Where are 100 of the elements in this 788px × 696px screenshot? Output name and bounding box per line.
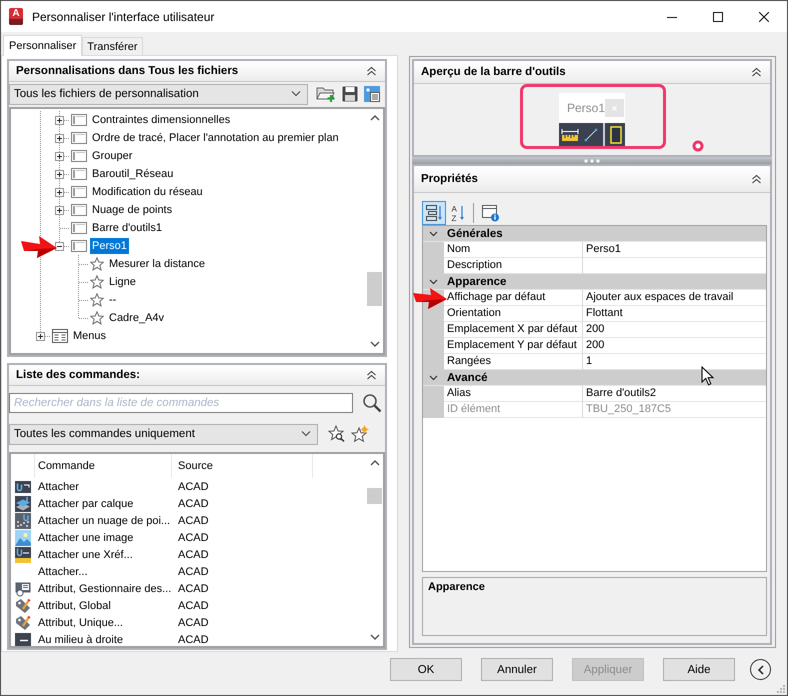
command-source: ACAD: [177, 566, 210, 578]
chevron-down-icon[interactable]: [429, 278, 438, 284]
command-name[interactable]: Attacher un nuage de poi...: [35, 514, 172, 526]
tree-item[interactable]: Grouper: [90, 148, 134, 164]
scroll-down-icon[interactable]: [370, 634, 380, 640]
dialog-button[interactable]: Annuler: [481, 658, 553, 681]
plus-box-icon[interactable]: [55, 170, 64, 178]
dialog-button[interactable]: OK: [390, 658, 462, 681]
property-value[interactable]: Flottant: [583, 306, 766, 322]
property-value[interactable]: Barre d'outils2: [583, 386, 766, 402]
paperclip-document-icon: [15, 546, 31, 562]
chevron-down-icon[interactable]: [429, 230, 438, 236]
toolbar-icon: [71, 150, 87, 162]
tree-item[interactable]: Ligne: [107, 274, 138, 290]
command-name[interactable]: Attribut, Gestionnaire des...: [35, 582, 172, 594]
command-name[interactable]: Attacher une image: [35, 532, 172, 544]
command-filter-dropdown[interactable]: Toutes les commandes uniquement: [9, 424, 318, 444]
scroll-up-icon[interactable]: [370, 115, 380, 121]
toolbar-icon: [71, 168, 87, 180]
category-row[interactable]: Apparence: [423, 274, 766, 290]
search-icon[interactable]: [362, 393, 382, 413]
star-search-icon[interactable]: [328, 425, 346, 443]
chevron-down-icon[interactable]: [429, 374, 438, 380]
toolbar-icon: [71, 186, 87, 198]
property-name: Emplacement X par défaut: [444, 322, 583, 338]
tree-item[interactable]: --: [107, 292, 118, 308]
collapse-icon[interactable]: [366, 66, 377, 76]
scroll-up-icon[interactable]: [370, 460, 380, 466]
tree-item[interactable]: Menus: [71, 328, 108, 344]
plus-box-icon[interactable]: [55, 206, 64, 214]
collapse-icon[interactable]: [751, 67, 762, 77]
tab[interactable]: Personnaliser: [3, 35, 82, 56]
column-header[interactable]: Commande: [35, 454, 172, 478]
plus-box-icon[interactable]: [55, 116, 64, 124]
scroll-down-icon[interactable]: [370, 341, 380, 347]
category-row[interactable]: Avancé: [423, 370, 766, 386]
command-source: ACAD: [177, 532, 210, 544]
column-header[interactable]: Source: [172, 454, 313, 478]
collapse-icon[interactable]: [366, 370, 377, 380]
command-name[interactable]: Attacher par calque: [35, 498, 172, 510]
command-name[interactable]: Attacher une Xréf...: [35, 548, 172, 560]
property-value[interactable]: 200: [583, 322, 766, 338]
category-row[interactable]: Générales: [423, 226, 766, 242]
property-value[interactable]: Perso1: [583, 242, 766, 258]
tree-item[interactable]: Baroutil_Réseau: [90, 166, 176, 182]
frame-icon[interactable]: [610, 126, 622, 144]
tag-pencil-icon: [15, 598, 31, 614]
toolbar-icon: [71, 240, 87, 252]
paperclip-icon: [15, 478, 31, 494]
save-icon[interactable]: [342, 86, 358, 102]
property-name: Description: [444, 258, 583, 274]
command-name[interactable]: Attribut, Unique...: [35, 616, 172, 628]
plus-box-icon[interactable]: [55, 188, 64, 196]
tree-item[interactable]: Mesurer la distance: [107, 256, 207, 272]
plus-box-icon[interactable]: [55, 152, 64, 160]
categorized-view-button[interactable]: [422, 201, 446, 225]
command-name[interactable]: Attacher: [35, 480, 172, 492]
tree-item[interactable]: Cadre_A4v: [107, 310, 166, 326]
property-value[interactable]: 1: [583, 354, 766, 370]
command-source: ACAD: [177, 514, 210, 526]
category-label: Générales: [446, 228, 503, 240]
ruler-icon[interactable]: [561, 128, 579, 142]
search-field[interactable]: Rechercher dans la liste de commandes: [9, 393, 353, 413]
scrollbar-thumb[interactable]: [367, 272, 382, 306]
property-name: Emplacement Y par défaut: [444, 338, 583, 354]
ring-icon: [692, 140, 704, 152]
file-filter-dropdown[interactable]: Tous les fichiers de personnalisation: [9, 84, 308, 104]
close-icon: [759, 12, 769, 22]
property-value[interactable]: Ajouter aux espaces de travail: [583, 290, 766, 306]
tree-item[interactable]: Contraintes dimensionnelles: [90, 112, 232, 128]
scrollbar-thumb[interactable]: [367, 488, 382, 504]
tree-item[interactable]: Modification du réseau: [90, 184, 205, 200]
minus-box-icon[interactable]: [55, 242, 64, 250]
command-name[interactable]: Attribut, Global: [35, 600, 172, 612]
cursor-icon: [701, 366, 714, 386]
dialog-button[interactable]: Aide: [663, 658, 735, 681]
toolbar-icon: [71, 114, 87, 126]
tree-item[interactable]: Ordre de tracé, Placer l'annotation au premier plan: [90, 130, 341, 146]
tab[interactable]: Transférer: [82, 37, 143, 55]
star-sparkle-icon[interactable]: [351, 425, 369, 443]
tree-item[interactable]: Perso1: [90, 238, 129, 254]
category-label: Apparence: [446, 276, 506, 288]
tree-item[interactable]: Barre d'outils1: [90, 220, 164, 236]
tree-item[interactable]: Nuage de points: [90, 202, 174, 218]
folder-plus-icon[interactable]: [316, 85, 336, 103]
line-icon[interactable]: [582, 128, 600, 142]
description-title: Apparence: [428, 581, 485, 593]
point-cloud-icon: [15, 512, 31, 528]
command-name[interactable]: Au milieu à droite: [35, 634, 172, 646]
resize-grip-icon[interactable]: [776, 684, 785, 693]
command-source: ACAD: [177, 634, 210, 646]
plus-box-icon[interactable]: [36, 332, 45, 340]
plus-box-icon[interactable]: [55, 134, 64, 142]
collapse-icon[interactable]: [751, 174, 762, 184]
property-value[interactable]: 200: [583, 338, 766, 354]
toolbar-icon: [71, 222, 87, 234]
command-name[interactable]: Attacher...: [35, 566, 172, 578]
window-title: Personnaliser l'interface utilisateur: [32, 10, 214, 24]
window-list-icon[interactable]: [364, 86, 380, 102]
circle-chevron-button[interactable]: [750, 659, 771, 680]
